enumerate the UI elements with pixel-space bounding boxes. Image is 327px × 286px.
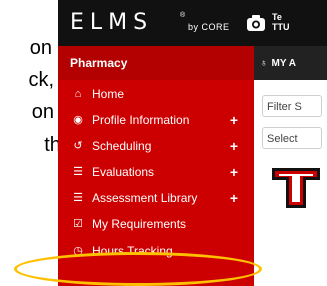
- sidebar: Pharmacy ⌂ Home ◉ Profile Information + …: [58, 46, 254, 286]
- sidebar-item-scheduling[interactable]: ↺ Scheduling +: [70, 134, 250, 158]
- registered-mark: ®: [180, 12, 186, 19]
- sidebar-item-assessment-library[interactable]: ☰ Assessment Library +: [70, 186, 250, 210]
- sidebar-item-label: Evaluations: [92, 165, 155, 179]
- sidebar-item-my-requirements[interactable]: ☑ My Requirements: [70, 212, 250, 236]
- camera-icon[interactable]: [246, 14, 266, 32]
- user-name: Te: [272, 12, 282, 22]
- sidebar-item-home[interactable]: ⌂ Home: [70, 82, 250, 106]
- elms-app-window: ELMS ® by CORE Te TTU Pharmacy ⌂ Home ◉ …: [58, 0, 327, 286]
- list-icon: ☰: [73, 166, 83, 178]
- people-icon: ♁: [260, 57, 268, 69]
- document-text-fragment: on ck, on the: [0, 0, 72, 286]
- pane-header-label: MY A: [271, 57, 296, 69]
- home-icon: ⌂: [74, 88, 82, 100]
- user-org: TTU: [272, 22, 290, 32]
- expand-icon[interactable]: +: [230, 186, 238, 210]
- sidebar-item-label: Scheduling: [92, 139, 152, 153]
- expand-icon[interactable]: +: [230, 134, 238, 158]
- filter-input[interactable]: Filter S: [262, 95, 322, 117]
- sidebar-item-profile-information[interactable]: ◉ Profile Information +: [70, 108, 250, 132]
- expand-icon[interactable]: +: [230, 160, 238, 184]
- elms-logo[interactable]: ELMS: [70, 10, 153, 35]
- sidebar-item-label: Profile Information: [92, 113, 190, 127]
- list-icon: ☰: [73, 192, 83, 204]
- sidebar-item-evaluations[interactable]: ☰ Evaluations +: [70, 160, 250, 184]
- highlight-ellipse: [14, 252, 262, 286]
- top-bar: ELMS ® by CORE Te TTU: [58, 0, 327, 46]
- expand-icon[interactable]: +: [230, 108, 238, 132]
- select-dropdown[interactable]: Select: [262, 127, 322, 149]
- sidebar-item-label: Assessment Library: [92, 191, 198, 205]
- user-info[interactable]: Te TTU: [272, 12, 290, 32]
- sidebar-item-label: My Requirements: [92, 217, 187, 231]
- doc-line: ck,: [28, 69, 54, 91]
- texas-tech-logo: [272, 168, 320, 208]
- sidebar-header: Pharmacy: [58, 46, 254, 80]
- profile-icon: ◉: [73, 114, 83, 126]
- doc-line: on: [31, 101, 54, 123]
- history-icon: ↺: [73, 140, 83, 152]
- checkbox-icon: ☑: [73, 218, 83, 230]
- main-content-pane: ♁ MY A Filter S Select: [254, 46, 327, 286]
- logo-subtitle: by CORE: [188, 22, 230, 32]
- doc-line: on: [29, 37, 52, 59]
- pane-header[interactable]: ♁ MY A: [254, 46, 327, 80]
- sidebar-item-label: Home: [92, 87, 125, 101]
